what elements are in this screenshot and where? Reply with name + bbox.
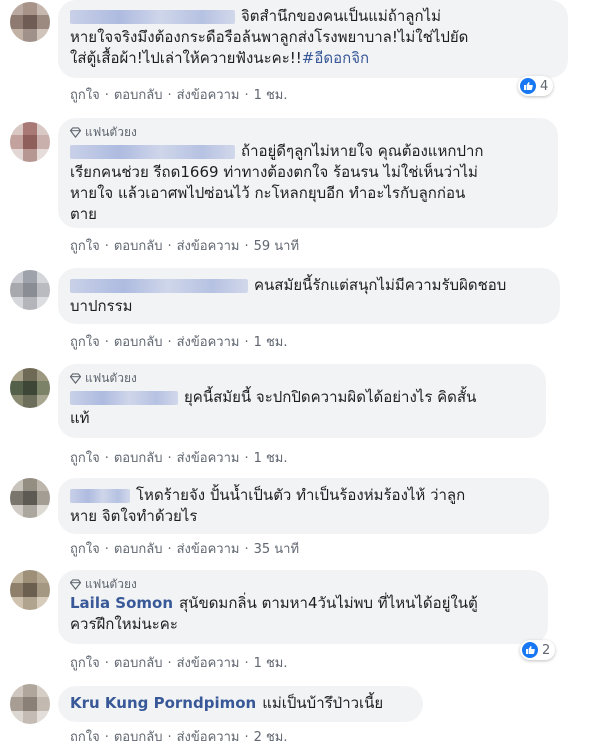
comment-actions: ถูกใจ · ตอบกลับ · ส่งข้อความ · 35 นาที — [70, 542, 300, 557]
comment-actions: ถูกใจ · ตอบกลับ · ส่งข้อความ · 2 ชม. — [70, 726, 288, 741]
comment-text: แท้ — [70, 409, 90, 427]
like-button[interactable]: ถูกใจ — [70, 451, 100, 466]
comment-text: ยุคนี้สมัยนี้ จะปกปิดความผิดได้อย่างไร ค… — [184, 388, 477, 406]
hashtag-link[interactable]: #อีดอกจิก — [302, 49, 369, 67]
comment-text: แม่เป็นบ้ารึป่าวเนี้ย — [262, 694, 384, 712]
reaction-number: 4 — [540, 78, 549, 94]
comment-bubble: โหดร้ายจัง ปั้นน้ำเป็นตัว ทำเป็นร้องห่มร… — [58, 478, 549, 534]
like-reaction-icon — [522, 642, 538, 658]
reply-button[interactable]: ตอบกลับ — [114, 239, 163, 254]
comment-actions: ถูกใจ · ตอบกลับ · ส่งข้อความ · 1 ชม. — [70, 451, 288, 466]
avatar[interactable] — [10, 2, 50, 42]
send-message-button[interactable]: ส่งข้อความ — [177, 656, 240, 671]
avatar[interactable] — [10, 570, 50, 610]
reaction-count[interactable]: 2 — [520, 640, 556, 660]
comment-text: จิตสำนึกของคนเป็นแม่ถ้าลูกไม่ — [241, 7, 441, 25]
top-fan-diamond-icon — [70, 372, 81, 384]
like-button[interactable]: ถูกใจ — [70, 88, 100, 103]
author-name[interactable]: Laila Somon — [70, 594, 173, 612]
comment-text: คนสมัยนี้รักแต่สนุกไม่มีความรับผิดชอบ — [254, 276, 507, 294]
comment-actions: ถูกใจ · ตอบกลับ · ส่งข้อความ · 1 ชม. — [70, 88, 288, 103]
like-button[interactable]: ถูกใจ — [70, 730, 100, 741]
reaction-number: 2 — [542, 642, 551, 658]
comment-text: โหดร้ายจัง ปั้นน้ำเป็นตัว ทำเป็นร้องห่มร… — [136, 486, 466, 504]
comment-text: เรียกคนช่วย รีถด1669 ท่าทางต้องตกใจ ร้อน… — [70, 163, 478, 181]
timestamp[interactable]: 1 ชม. — [254, 656, 288, 671]
reply-button[interactable]: ตอบกลับ — [114, 335, 163, 350]
comment-actions: ถูกใจ · ตอบกลับ · ส่งข้อความ · 59 นาที — [70, 239, 300, 254]
like-button[interactable]: ถูกใจ — [70, 239, 100, 254]
avatar[interactable] — [10, 684, 50, 724]
reply-button[interactable]: ตอบกลับ — [114, 730, 163, 741]
blurred-author-name[interactable] — [70, 144, 235, 159]
top-fan-badge: แฟนตัวยง — [70, 576, 536, 592]
blurred-author-name[interactable] — [70, 488, 130, 503]
timestamp[interactable]: 59 นาที — [254, 239, 299, 254]
blurred-author-name[interactable] — [70, 278, 248, 293]
comment-bubble: Kru Kung Porndpimon แม่เป็นบ้ารึป่าวเนี้ย — [58, 686, 423, 722]
send-message-button[interactable]: ส่งข้อความ — [177, 542, 240, 557]
reply-button[interactable]: ตอบกลับ — [114, 451, 163, 466]
comment-text: สุนัขดมกลิ่น ตามหา4วันไม่พบ ที่ไหนได้อยู… — [179, 594, 478, 612]
avatar[interactable] — [10, 122, 50, 162]
comment-actions: ถูกใจ · ตอบกลับ · ส่งข้อความ · 1 ชม. — [70, 335, 288, 350]
send-message-button[interactable]: ส่งข้อความ — [177, 335, 240, 350]
blurred-author-name[interactable] — [70, 9, 235, 24]
comment-text: ควรฝึกใหม่นะคะ — [70, 615, 178, 633]
comment-bubble: คนสมัยนี้รักแต่สนุกไม่มีความรับผิดชอบ บา… — [58, 268, 560, 324]
timestamp[interactable]: 1 ชม. — [254, 88, 288, 103]
send-message-button[interactable]: ส่งข้อความ — [177, 239, 240, 254]
reply-button[interactable]: ตอบกลับ — [114, 656, 163, 671]
send-message-button[interactable]: ส่งข้อความ — [177, 88, 240, 103]
like-button[interactable]: ถูกใจ — [70, 542, 100, 557]
top-fan-badge: แฟนตัวยง — [70, 370, 534, 386]
reply-button[interactable]: ตอบกลับ — [114, 88, 163, 103]
comment-text: หายใจ แล้วเอาศพไปซ่อนไว้ กะโหลกยุบอีก ทำ… — [70, 184, 466, 202]
top-fan-diamond-icon — [70, 578, 81, 590]
reaction-count[interactable]: 4 — [518, 76, 554, 96]
comment-text: ใส่ตู้เสื้อผ้า!ไปเล่าให้ควายฟังนะคะ!! — [70, 49, 302, 67]
avatar[interactable] — [10, 368, 50, 408]
author-name[interactable]: Kru Kung Porndpimon — [70, 694, 256, 712]
comment-text: ตาย — [70, 205, 97, 223]
timestamp[interactable]: 2 ชม. — [254, 730, 288, 741]
like-button[interactable]: ถูกใจ — [70, 656, 100, 671]
timestamp[interactable]: 1 ชม. — [254, 335, 288, 350]
avatar[interactable] — [10, 270, 50, 310]
like-reaction-icon — [520, 78, 536, 94]
avatar[interactable] — [10, 478, 50, 518]
comment-text: บาปกรรม — [70, 297, 133, 315]
comment-text: ถ้าอยู่ดีๆลูกไม่หายใจ คุณต้องแหกปาก — [241, 142, 484, 160]
send-message-button[interactable]: ส่งข้อความ — [177, 730, 240, 741]
top-fan-diamond-icon — [70, 126, 81, 138]
comment-actions: ถูกใจ · ตอบกลับ · ส่งข้อความ · 1 ชม. — [70, 656, 288, 671]
send-message-button[interactable]: ส่งข้อความ — [177, 451, 240, 466]
timestamp[interactable]: 1 ชม. — [254, 451, 288, 466]
comment-bubble: แฟนตัวยง Laila Somon สุนัขดมกลิ่น ตามหา4ว… — [58, 570, 548, 644]
top-fan-badge: แฟนตัวยง — [70, 124, 546, 140]
timestamp[interactable]: 35 นาที — [254, 542, 299, 557]
comment-bubble: แฟนตัวยง ถ้าอยู่ดีๆลูกไม่หายใจ คุณต้องแห… — [58, 118, 558, 228]
blurred-author-name[interactable] — [70, 390, 178, 405]
reply-button[interactable]: ตอบกลับ — [114, 542, 163, 557]
like-button[interactable]: ถูกใจ — [70, 335, 100, 350]
comment-text: หายใจจริงมึงต้องกระดือรือล้นพาลูกส่งโรงพ… — [70, 28, 469, 46]
comment-bubble: แฟนตัวยง ยุคนี้สมัยนี้ จะปกปิดความผิดได้… — [58, 364, 546, 438]
comment-text: หาย จิตใจทำด้วยไร — [70, 507, 198, 525]
comment-bubble: จิตสำนึกของคนเป็นแม่ถ้าลูกไม่ หายใจจริงม… — [58, 0, 568, 78]
